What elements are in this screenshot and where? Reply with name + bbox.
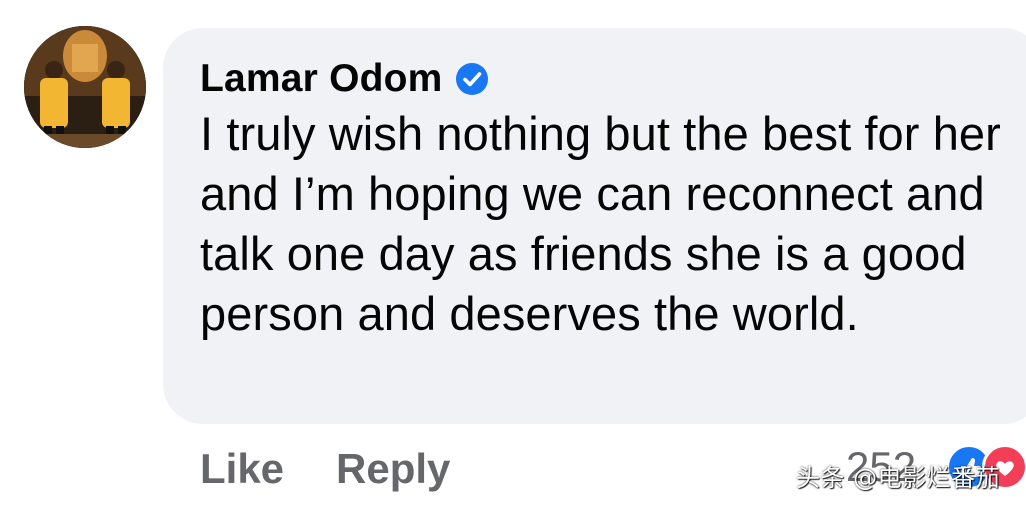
avatar-photo (24, 26, 146, 148)
comment-actions: Like Reply (200, 440, 502, 498)
verified-badge-icon (455, 63, 488, 95)
avatar[interactable] (24, 26, 146, 148)
author-row: Lamar Odom (200, 55, 489, 103)
comment-text: I truly wish nothing but the best for he… (200, 107, 1001, 340)
like-button[interactable]: Like (200, 445, 284, 493)
watermark: 头条 @电影烂番茄 (796, 464, 1001, 492)
facebook-comment: Lamar Odom I truly wish nothing but the … (0, 0, 1026, 506)
author-name[interactable]: Lamar Odom (200, 57, 443, 101)
reply-button[interactable]: Reply (336, 445, 450, 493)
